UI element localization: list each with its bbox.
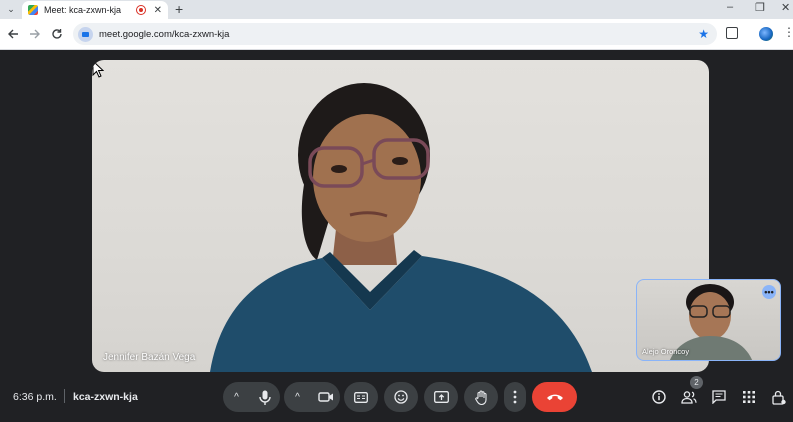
- people-icon: [681, 390, 697, 404]
- main-video-feed: [210, 83, 592, 372]
- self-video-tile[interactable]: ••• Alejo Oroncoy: [636, 279, 781, 361]
- present-icon: [433, 391, 449, 403]
- meeting-time: 6:36 p.m.: [13, 391, 57, 403]
- emoji-icon: [394, 390, 408, 404]
- tab-search-chevron-icon[interactable]: ⌄: [3, 2, 19, 17]
- tab-meet[interactable]: Meet: kca-zxwn-kja ✕: [22, 1, 168, 19]
- microphone-icon: [259, 390, 271, 405]
- main-video-tile[interactable]: Jennifer Bazán Vega: [92, 60, 709, 372]
- chat-icon: [712, 390, 726, 404]
- captions-button[interactable]: [344, 382, 378, 412]
- back-icon[interactable]: [5, 26, 21, 42]
- minimize-button[interactable]: –: [727, 1, 733, 13]
- mic-options-chevron-icon[interactable]: ^: [223, 382, 250, 412]
- window-close-button[interactable]: ✕: [781, 1, 790, 14]
- meeting-code: kca-zxwn-kja: [73, 391, 138, 403]
- meeting-stage: Jennifer Bazán Vega ••• Alejo Oroncoy: [0, 50, 793, 372]
- meeting-details-button[interactable]: [650, 388, 668, 406]
- meet-favicon-icon: [28, 5, 38, 15]
- main-participant-name: Jennifer Bazán Vega: [103, 352, 196, 363]
- participant-count-badge: 2: [690, 376, 703, 389]
- camera-button[interactable]: [311, 382, 340, 412]
- chat-button[interactable]: [710, 388, 728, 406]
- camera-icon: [317, 392, 333, 402]
- mic-control-group: ^: [223, 382, 280, 412]
- camera-options-chevron-icon[interactable]: ^: [284, 382, 311, 412]
- mouse-cursor-icon: [92, 60, 104, 78]
- hand-icon: [474, 389, 487, 405]
- divider: [64, 389, 65, 403]
- recording-indicator-icon: [135, 5, 146, 15]
- captions-icon: [354, 391, 368, 403]
- extensions-icon[interactable]: [726, 27, 738, 39]
- reload-icon[interactable]: [49, 26, 65, 42]
- more-vert-icon: [513, 390, 517, 404]
- apps-grid-icon: [743, 391, 755, 403]
- reactions-button[interactable]: [384, 382, 418, 412]
- people-button[interactable]: [680, 388, 698, 406]
- hang-up-icon: [546, 394, 563, 401]
- address-bar[interactable]: meet.google.com/kca-zxwn-kja ★: [73, 23, 717, 45]
- host-controls-button[interactable]: [770, 388, 788, 406]
- url-text: meet.google.com/kca-zxwn-kja: [99, 28, 230, 40]
- camera-control-group: ^: [284, 382, 340, 412]
- new-tab-button[interactable]: +: [175, 1, 183, 17]
- present-screen-button[interactable]: [424, 382, 458, 412]
- self-participant-name: Alejo Oroncoy: [642, 347, 690, 356]
- site-info-icon[interactable]: [78, 26, 93, 42]
- forward-icon[interactable]: [27, 26, 43, 42]
- browser-toolbar: meet.google.com/kca-zxwn-kja ★ ⋮: [0, 19, 793, 50]
- microphone-button[interactable]: [250, 382, 280, 412]
- lock-person-icon: [772, 390, 786, 405]
- browser-menu-icon[interactable]: ⋮: [783, 25, 793, 39]
- restore-button[interactable]: ❐: [755, 1, 765, 14]
- bookmark-star-icon[interactable]: ★: [698, 27, 709, 41]
- profile-avatar-icon[interactable]: [759, 27, 773, 41]
- tab-close-icon[interactable]: ✕: [154, 5, 162, 16]
- activities-button[interactable]: [740, 388, 758, 406]
- tab-title: Meet: kca-zxwn-kja: [44, 5, 122, 15]
- info-icon: [652, 390, 666, 404]
- tab-strip: ⌄ Meet: kca-zxwn-kja ✕ + – ❐ ✕: [0, 0, 793, 19]
- more-options-button[interactable]: [504, 382, 526, 412]
- more-options-icon[interactable]: •••: [762, 285, 776, 299]
- meeting-controls-bar: 6:36 p.m. kca-zxwn-kja ^ ^: [0, 372, 793, 422]
- leave-call-button[interactable]: [532, 382, 577, 412]
- raise-hand-button[interactable]: [464, 382, 498, 412]
